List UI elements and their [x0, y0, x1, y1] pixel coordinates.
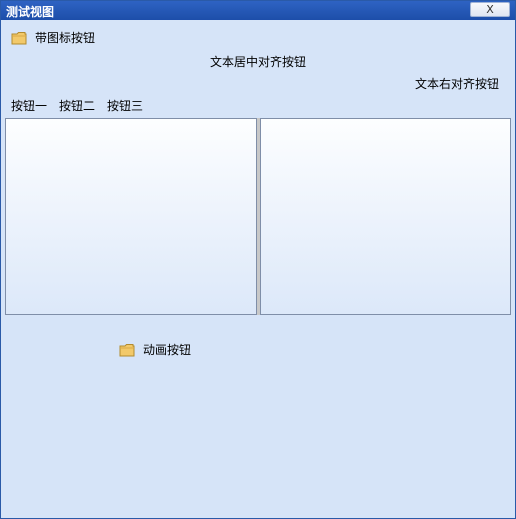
button-three-label: 按钮三: [107, 99, 144, 113]
button-two-label: 按钮二: [59, 99, 96, 113]
right-aligned-button[interactable]: 文本右对齐按钮: [401, 76, 499, 92]
right-panel[interactable]: [260, 118, 511, 315]
center-aligned-button[interactable]: 文本居中对齐按钮: [201, 54, 315, 70]
app-window: 测试视图 X 带图标按钮 文本居中对齐按钮 文本右对齐按钮 按钮一 按钮二 按钮…: [0, 0, 516, 519]
close-icon: X: [486, 3, 494, 16]
button-two[interactable]: 按钮二: [59, 98, 95, 114]
right-aligned-button-label: 文本右对齐按钮: [414, 77, 499, 91]
title-bar[interactable]: 测试视图 X: [1, 1, 515, 20]
close-button[interactable]: X: [470, 2, 510, 17]
button-one[interactable]: 按钮一: [11, 98, 47, 114]
button-one-label: 按钮一: [11, 99, 48, 113]
client-area: 带图标按钮 文本居中对齐按钮 文本右对齐按钮 按钮一 按钮二 按钮三 动画按钮: [1, 20, 515, 517]
icon-button[interactable]: 带图标按钮: [11, 30, 95, 46]
center-aligned-button-label: 文本居中对齐按钮: [209, 55, 306, 69]
icon-button-label: 带图标按钮: [35, 31, 96, 45]
animate-button-label: 动画按钮: [143, 343, 192, 357]
folder-icon: [11, 31, 27, 45]
folder-icon: [119, 343, 135, 357]
left-panel[interactable]: [5, 118, 257, 315]
animate-button[interactable]: 动画按钮: [119, 342, 191, 358]
button-three[interactable]: 按钮三: [107, 98, 143, 114]
window-title: 测试视图: [6, 5, 55, 19]
